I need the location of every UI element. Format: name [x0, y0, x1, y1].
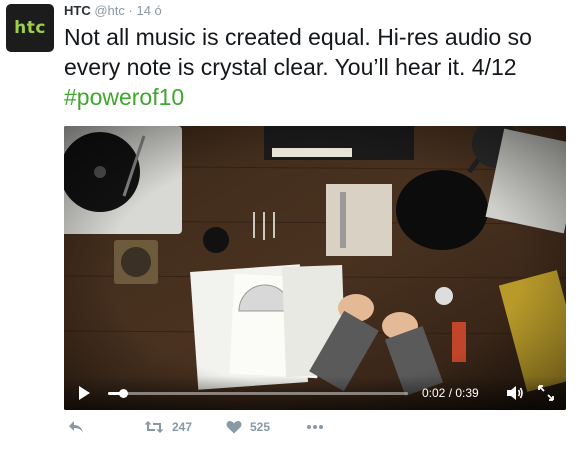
tweet-text: Not all music is created equal. Hi-res a… [64, 22, 570, 112]
reply-icon [69, 421, 83, 433]
author-handle[interactable]: @htc [94, 3, 125, 18]
tweet-actions: 247 525 [64, 420, 564, 442]
tweet-header: HTC @htc · 14 ó [64, 3, 162, 19]
header-separator: · [128, 3, 133, 18]
reply-button[interactable] [68, 420, 84, 434]
time-separator: / [445, 386, 456, 400]
video-player[interactable]: 0:02 / 0:39 [64, 126, 566, 410]
volume-icon[interactable] [506, 385, 524, 401]
retweet-count: 247 [172, 420, 193, 434]
author-name[interactable]: HTC [64, 3, 91, 18]
retweet-icon [144, 421, 164, 433]
retweet-button[interactable]: 247 [144, 420, 192, 434]
progress-bar[interactable] [108, 389, 408, 398]
more-button[interactable] [306, 420, 324, 434]
tweet-timestamp[interactable]: 14 ó [136, 3, 161, 18]
avatar-logo-text: htc [14, 18, 46, 38]
tweet-body: Not all music is created equal. Hi-res a… [64, 24, 532, 80]
play-icon[interactable] [76, 385, 92, 401]
progress-handle[interactable] [119, 389, 128, 398]
video-controls: 0:02 / 0:39 [64, 376, 566, 410]
duration: 0:39 [455, 386, 479, 400]
more-icon [307, 425, 323, 429]
like-count: 525 [250, 420, 271, 434]
video-frame [64, 126, 566, 410]
current-time: 0:02 [422, 386, 446, 400]
like-button[interactable]: 525 [226, 420, 270, 434]
time-readout: 0:02 / 0:39 [422, 386, 479, 400]
hashtag-link[interactable]: #powerof10 [64, 84, 184, 110]
fullscreen-icon[interactable] [538, 385, 554, 401]
heart-icon [226, 421, 242, 434]
avatar[interactable]: htc [6, 4, 54, 52]
